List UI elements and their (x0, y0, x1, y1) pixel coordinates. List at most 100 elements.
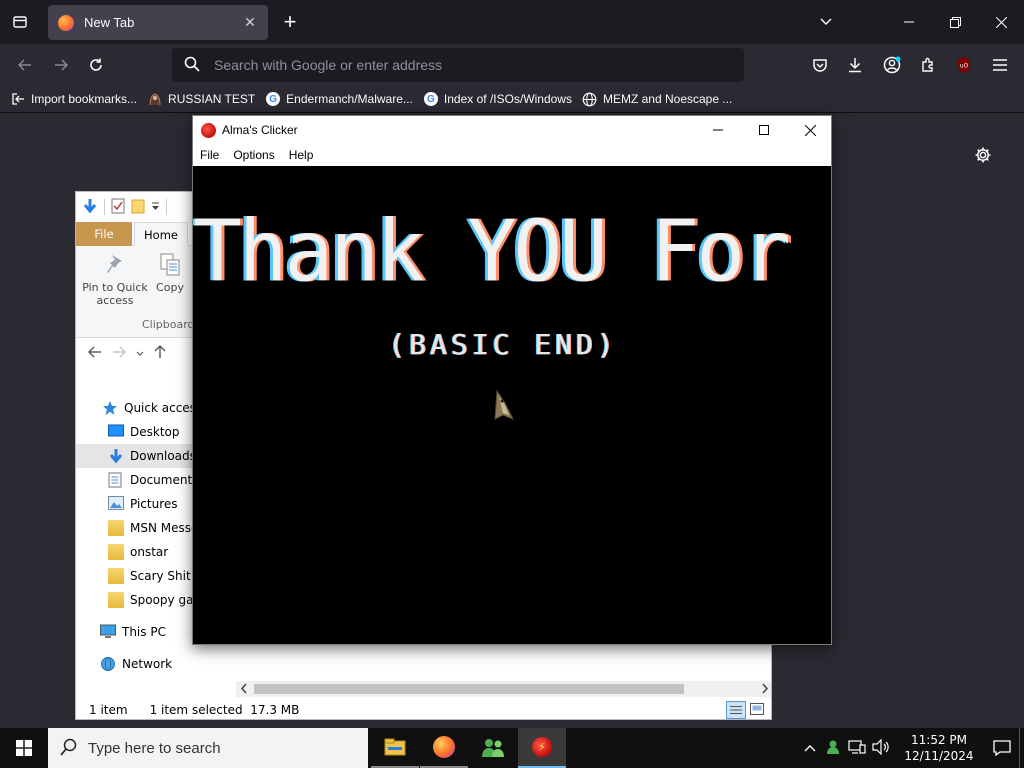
bookmark-import[interactable]: Import bookmarks... (10, 91, 137, 107)
url-bar[interactable] (172, 48, 744, 82)
up-arrow-icon[interactable] (154, 344, 166, 362)
reload-icon[interactable] (83, 52, 109, 78)
status-bar: 1 item 1 item selected 17.3 MB (76, 699, 771, 719)
pin-to-quick-access-button[interactable]: Pin to Quick access (82, 252, 148, 307)
folder-icon (108, 592, 124, 608)
selected-count: 1 item selected (149, 703, 243, 717)
nav-item-label: MSN Messe (130, 521, 199, 535)
chevron-down-icon[interactable] (812, 8, 840, 36)
nav-item-network[interactable]: Network (76, 652, 236, 676)
clock-date: 12/11/2024 (904, 749, 974, 763)
network-icon[interactable] (845, 739, 869, 758)
tab-file[interactable]: File (76, 222, 132, 246)
desktop-icon (108, 424, 124, 440)
large-icons-view-icon[interactable] (750, 703, 764, 718)
msn-tray-icon[interactable] (821, 739, 845, 758)
taskbar-search-input[interactable] (88, 739, 368, 757)
bookmark-isos-windows[interactable]: G Index of /ISOs/Windows (423, 91, 572, 107)
gear-icon[interactable] (970, 142, 996, 168)
alma-clicker-icon[interactable]: ⚡ (518, 728, 566, 768)
extensions-icon[interactable] (916, 52, 940, 78)
customize-qat-icon[interactable] (151, 200, 160, 214)
recent-locations-icon[interactable] (136, 346, 144, 360)
pin-icon (103, 252, 127, 281)
taskbar-clock[interactable]: 11:52 PM 12/11/2024 (893, 732, 985, 764)
toolbar-divider (166, 199, 167, 215)
nav-item-label: This PC (122, 625, 166, 639)
toolbar-divider (104, 199, 105, 215)
menu-help[interactable]: Help (289, 148, 314, 162)
pocket-icon[interactable] (808, 52, 832, 78)
nav-item-label: Quick access (124, 401, 203, 415)
msn-messenger-icon[interactable] (469, 728, 517, 768)
list-all-tabs-icon[interactable] (0, 0, 40, 44)
folder-icon (108, 544, 124, 560)
game-canvas[interactable]: Thank YOU For Playing! (BASIC END) (193, 166, 831, 644)
search-icon (60, 738, 78, 759)
nav-item-label: Documents (130, 473, 199, 487)
folder-icon (108, 520, 124, 536)
volume-icon[interactable] (869, 738, 893, 758)
nav-item-label: Network (122, 657, 173, 671)
ublock-origin-icon[interactable]: uO (952, 52, 976, 78)
details-view-icon[interactable] (726, 701, 746, 719)
copy-button[interactable]: Copy (152, 252, 188, 294)
tab-new-tab[interactable]: New Tab ✕ (48, 5, 268, 40)
browser-tab-strip: New Tab ✕ + (0, 0, 1024, 44)
maximize-icon[interactable] (741, 116, 787, 144)
horizontal-scrollbar[interactable] (236, 681, 771, 697)
show-hidden-icons-chevron-icon[interactable] (799, 741, 821, 755)
hamburger-menu-icon[interactable] (988, 52, 1012, 78)
pin-label: Pin to Quick access (82, 281, 148, 307)
minimize-icon[interactable] (695, 116, 741, 144)
toolbar-divider (0, 112, 1024, 113)
scrollbar-thumb[interactable] (254, 684, 684, 694)
bookmark-endermanch-malware[interactable]: G Endermanch/Malware... (265, 91, 413, 107)
russian-test-favicon (147, 91, 163, 107)
file-explorer-icon[interactable] (371, 728, 419, 768)
back-arrow-icon[interactable] (12, 52, 38, 78)
alma-cursor-sprite (494, 389, 515, 420)
scroll-left-icon[interactable] (240, 683, 248, 697)
import-icon (10, 91, 26, 107)
menu-file[interactable]: File (200, 148, 219, 162)
clipboard-group-label: Clipboard (142, 318, 195, 331)
svg-text:uO: uO (960, 63, 969, 70)
documents-icon (108, 472, 124, 488)
forward-arrow-icon[interactable] (112, 346, 126, 361)
back-arrow-icon[interactable] (88, 346, 102, 361)
network-icon (100, 656, 116, 672)
download-icon[interactable] (82, 198, 98, 217)
close-window-icon[interactable] (978, 0, 1024, 44)
properties-icon[interactable] (111, 198, 125, 217)
star-icon (102, 400, 118, 416)
menu-options[interactable]: Options (233, 148, 274, 162)
notification-icon[interactable] (985, 740, 1019, 756)
scroll-right-icon[interactable] (761, 683, 769, 697)
bookmark-russian-test[interactable]: RUSSIAN TEST (147, 91, 255, 107)
clicker-menu-bar: File Options Help (193, 144, 831, 166)
bookmarks-toolbar: Import bookmarks... RUSSIAN TEST G Ender… (0, 86, 1024, 112)
downloads-icon[interactable] (843, 52, 867, 78)
windows-start-icon[interactable] (0, 728, 48, 768)
clock-time: 11:52 PM (911, 733, 967, 747)
new-tab-plus-icon[interactable]: + (276, 8, 304, 36)
restore-icon[interactable] (932, 0, 978, 44)
new-folder-icon[interactable] (131, 198, 145, 217)
close-tab-icon[interactable]: ✕ (242, 14, 258, 31)
firefox-icon[interactable] (420, 728, 468, 768)
bookmark-memz-noescape[interactable]: MEMZ and Noescape ... (582, 91, 732, 107)
account-icon[interactable] (880, 52, 904, 78)
show-desktop-button[interactable] (1019, 728, 1024, 768)
taskbar-search-box[interactable] (48, 728, 368, 768)
tab-home[interactable]: Home (134, 222, 188, 246)
url-input[interactable] (214, 57, 744, 73)
alma-clicker-window: Alma's Clicker File Options Help Thank Y… (192, 115, 832, 645)
windows-taskbar: ⚡ 11:52 PM 12/11/2024 (0, 728, 1024, 768)
nav-item-label: Downloads (130, 449, 196, 463)
minimize-icon[interactable] (886, 0, 932, 44)
system-tray: 11:52 PM 12/11/2024 (799, 728, 1024, 768)
nav-item-label: Pictures (130, 497, 178, 511)
close-window-icon[interactable] (787, 116, 833, 144)
forward-arrow-icon[interactable] (48, 52, 74, 78)
